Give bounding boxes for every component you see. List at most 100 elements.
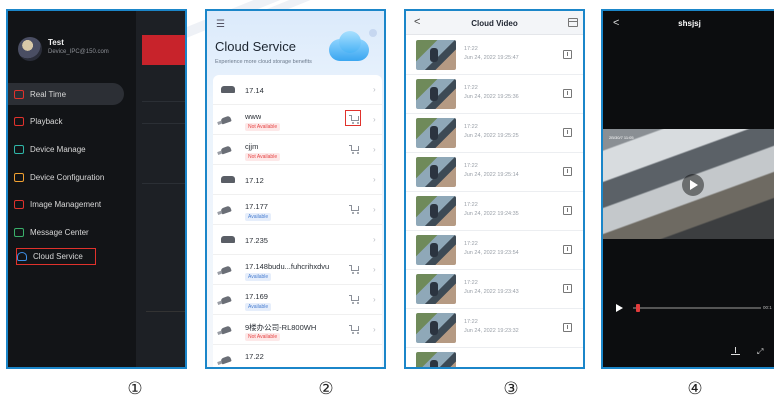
background-tab-bar xyxy=(146,311,185,327)
menu-item-device-manage[interactable]: Device Manage xyxy=(14,138,124,160)
device-row[interactable]: 17.22 xyxy=(213,345,382,367)
status-badge: Not Available xyxy=(245,153,281,161)
menu-icon[interactable]: ☰ xyxy=(216,19,225,30)
video-thumbnail[interactable] xyxy=(416,196,456,226)
camera-icon xyxy=(220,265,232,275)
video-row[interactable]: 17:22 Jun 24, 2022 19:23:43 xyxy=(406,270,583,309)
video-row[interactable]: 17:22 Jun 24, 2022 19:25:14 xyxy=(406,153,583,192)
video-row[interactable]: 17:22 Jun 24, 2022 19:23:54 xyxy=(406,231,583,270)
menu-item-label: Playback xyxy=(30,116,63,126)
camera-icon xyxy=(220,295,232,305)
live-view-icon xyxy=(14,89,24,99)
cloud-service-screen: ☰ Cloud Service Experience more cloud st… xyxy=(205,9,386,369)
status-badge: Available xyxy=(245,303,272,311)
video-row[interactable]: 17:22 Jun 24, 2022 19:25:36 xyxy=(406,75,583,114)
video-time: 17:22 xyxy=(464,319,478,325)
menu-item-playback[interactable]: Playback xyxy=(14,110,124,132)
video-thumbnail[interactable] xyxy=(416,235,456,265)
background-header-bar xyxy=(142,35,185,65)
progress-track[interactable] xyxy=(633,307,761,309)
device-name: 17.169 xyxy=(245,292,268,301)
cart-icon[interactable] xyxy=(349,205,360,214)
chevron-right-icon: › xyxy=(373,115,376,124)
menu-item-cloud-service[interactable]: Cloud Service xyxy=(16,248,96,265)
menu-item-label: Device Manage xyxy=(30,144,86,154)
video-time: 17:22 xyxy=(464,241,478,247)
play-overlay-icon[interactable] xyxy=(682,174,704,196)
page-title: Cloud Video xyxy=(471,19,518,28)
video-row[interactable]: 17:22 Jun 24, 2022 19:25:47 xyxy=(406,36,583,75)
step-caption-2: ② xyxy=(318,379,334,399)
device-row[interactable]: cjjm Not Available › xyxy=(213,135,382,165)
chevron-right-icon: › xyxy=(373,175,376,184)
video-date: Jun 24, 2022 19:25:36 xyxy=(464,94,519,100)
drawer-menu-screen: Test Device_IPC@150.com Real Time Playba… xyxy=(6,9,187,369)
device-row[interactable]: 17.148budu...fuhcrihxdvu Available › xyxy=(213,255,382,285)
download-icon[interactable] xyxy=(563,89,572,98)
menu-item-label: Cloud Service xyxy=(33,252,83,261)
video-player-screen: < shsjsj 2B/30/7 11:05 00:1 ⤢ xyxy=(601,9,774,369)
chevron-right-icon: › xyxy=(373,265,376,274)
chevron-right-icon: › xyxy=(373,295,376,304)
camera-icon xyxy=(220,115,232,125)
video-frame[interactable]: 2B/30/7 11:05 xyxy=(603,129,774,239)
device-row[interactable]: 9楼办公司-RL800WH Not Available › xyxy=(213,315,382,345)
background-app-view xyxy=(136,11,185,367)
video-row[interactable]: 17:22 Jun 24, 2022 19:23:32 xyxy=(406,309,583,348)
download-icon[interactable] xyxy=(563,128,572,137)
device-row[interactable]: 17.177 Available › xyxy=(213,195,382,225)
video-timestamp-overlay: 2B/30/7 11:05 xyxy=(609,135,634,140)
download-icon[interactable] xyxy=(563,245,572,254)
device-name: 17.14 xyxy=(245,86,264,95)
download-icon[interactable] xyxy=(731,347,740,355)
video-row[interactable]: 17:22 Jun 24, 2022 19:25:25 xyxy=(406,114,583,153)
cart-icon[interactable] xyxy=(349,325,360,334)
fullscreen-icon[interactable]: ⤢ xyxy=(757,347,763,357)
step-caption-3: ③ xyxy=(503,379,519,399)
download-icon[interactable] xyxy=(563,50,572,59)
cart-icon[interactable] xyxy=(349,145,360,154)
device-row[interactable]: 17.235 › xyxy=(213,225,382,255)
video-date: Jun 24, 2022 19:25:14 xyxy=(464,172,519,178)
device-name: 17.235 xyxy=(245,236,268,245)
menu-item-real-time[interactable]: Real Time xyxy=(8,83,124,105)
video-row[interactable] xyxy=(406,348,583,367)
video-thumbnail[interactable] xyxy=(416,313,456,343)
video-thumbnail[interactable] xyxy=(416,274,456,304)
chevron-right-icon: › xyxy=(373,145,376,154)
avatar[interactable] xyxy=(18,37,42,61)
cart-icon[interactable] xyxy=(349,115,360,124)
navigation-drawer: Test Device_IPC@150.com Real Time Playba… xyxy=(8,11,136,367)
progress-handle[interactable] xyxy=(636,304,640,312)
camera-icon xyxy=(220,205,232,215)
download-icon[interactable] xyxy=(563,323,572,332)
video-row[interactable]: 17:22 Jun 24, 2022 19:24:35 xyxy=(406,192,583,231)
menu-item-device-configuration[interactable]: Device Configuration xyxy=(14,166,124,188)
cart-icon[interactable] xyxy=(349,265,360,274)
device-row[interactable]: 17.14 › xyxy=(213,75,382,105)
video-thumbnail[interactable] xyxy=(416,118,456,148)
video-thumbnail[interactable] xyxy=(416,79,456,109)
cart-icon[interactable] xyxy=(349,295,360,304)
device-row[interactable]: 17.169 Available › xyxy=(213,285,382,315)
playback-icon xyxy=(14,116,24,126)
video-date: Jun 24, 2022 19:24:35 xyxy=(464,211,519,217)
video-time: 17:22 xyxy=(464,85,478,91)
calendar-icon[interactable] xyxy=(568,18,578,27)
menu-item-message-center[interactable]: Message Center xyxy=(14,221,124,243)
video-thumbnail[interactable] xyxy=(416,352,456,367)
video-thumbnail[interactable] xyxy=(416,40,456,70)
device-name: 9楼办公司-RL800WH xyxy=(245,323,317,332)
video-time: 17:22 xyxy=(464,163,478,169)
device-row[interactable]: www Not Available › xyxy=(213,105,382,135)
download-icon[interactable] xyxy=(563,206,572,215)
video-thumbnail[interactable] xyxy=(416,157,456,187)
play-icon[interactable] xyxy=(616,304,623,312)
image-icon xyxy=(14,199,24,209)
chevron-right-icon: › xyxy=(373,85,376,94)
device-row[interactable]: 17.12 › xyxy=(213,165,382,195)
settings-icon xyxy=(14,172,24,182)
download-icon[interactable] xyxy=(563,167,572,176)
download-icon[interactable] xyxy=(563,284,572,293)
menu-item-image-management[interactable]: Image Management xyxy=(14,193,124,215)
